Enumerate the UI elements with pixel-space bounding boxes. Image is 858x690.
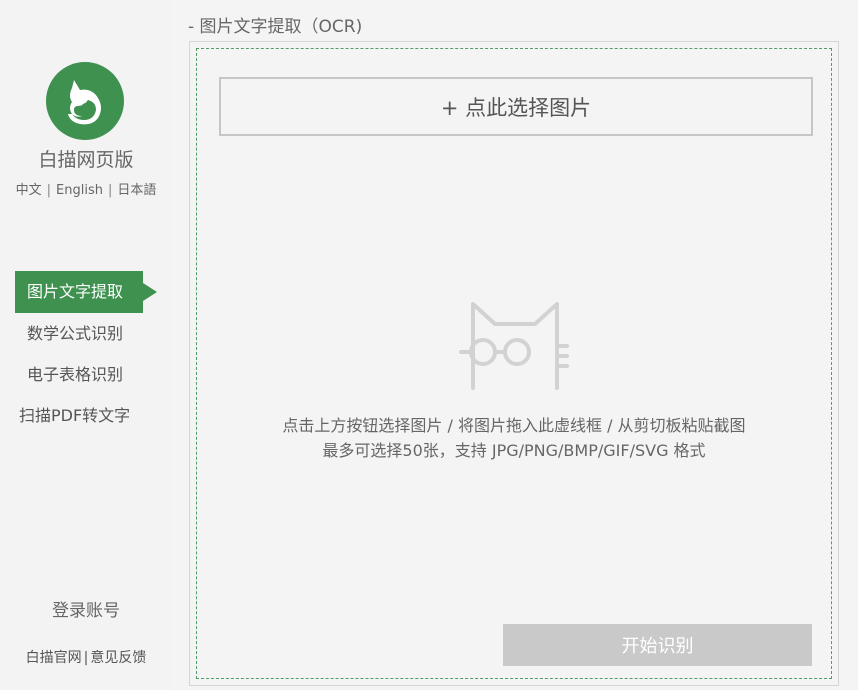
- feedback-link[interactable]: 意见反馈: [90, 650, 146, 666]
- main-panel: - 图片文字提取（OCR) + 点此选择图片 点击上方按钮选择图片 / 将图片拖…: [172, 0, 858, 690]
- nav-item-image-ocr[interactable]: 图片文字提取: [15, 271, 157, 313]
- language-switcher: 中文 | English | 日本語: [0, 179, 172, 198]
- dropzone-container: + 点此选择图片 点击上方按钮选择图片 / 将图片拖入此虚线框 / 从剪切板粘贴…: [189, 41, 839, 686]
- lang-english[interactable]: English: [56, 183, 103, 198]
- lang-separator: |: [107, 183, 113, 198]
- dropzone-hint-instructions: 点击上方按钮选择图片 / 将图片拖入此虚线框 / 从剪切板粘贴截图: [282, 416, 746, 435]
- lang-chinese[interactable]: 中文: [16, 179, 42, 198]
- brand-name: 白描网页版: [38, 149, 134, 171]
- official-site-link[interactable]: 白描官网: [26, 650, 82, 666]
- lang-separator: |: [46, 183, 52, 198]
- start-recognition-button[interactable]: 开始识别: [503, 624, 812, 666]
- nav-item-pdf-to-text[interactable]: 扫描PDF转文字: [0, 395, 172, 436]
- app-logo-icon: [46, 62, 124, 140]
- dropzone-hint-formats: 最多可选择50张，支持 JPG/PNG/BMP/GIF/SVG 格式: [322, 441, 706, 460]
- sidebar: 白描网页版 中文 | English | 日本語 图片文字提取 数学公式识别 电子表格识…: [0, 0, 172, 690]
- nav-item-math-formula[interactable]: 数学公式识别: [0, 313, 172, 354]
- footer-links: 白描官网 | 意见反馈: [0, 647, 172, 667]
- login-link[interactable]: 登录账号: [0, 596, 172, 621]
- sidebar-nav: 图片文字提取 数学公式识别 电子表格识别 扫描PDF转文字: [0, 271, 172, 436]
- nav-item-spreadsheet[interactable]: 电子表格识别: [0, 354, 172, 395]
- lang-japanese[interactable]: 日本語: [117, 179, 156, 198]
- cat-with-glasses-icon: [459, 302, 569, 390]
- select-image-button[interactable]: + 点此选择图片: [219, 77, 813, 136]
- footer-separator: |: [83, 650, 89, 666]
- page-title: - 图片文字提取（OCR): [188, 17, 363, 37]
- image-dropzone[interactable]: + 点此选择图片 点击上方按钮选择图片 / 将图片拖入此虚线框 / 从剪切板粘贴…: [196, 48, 832, 679]
